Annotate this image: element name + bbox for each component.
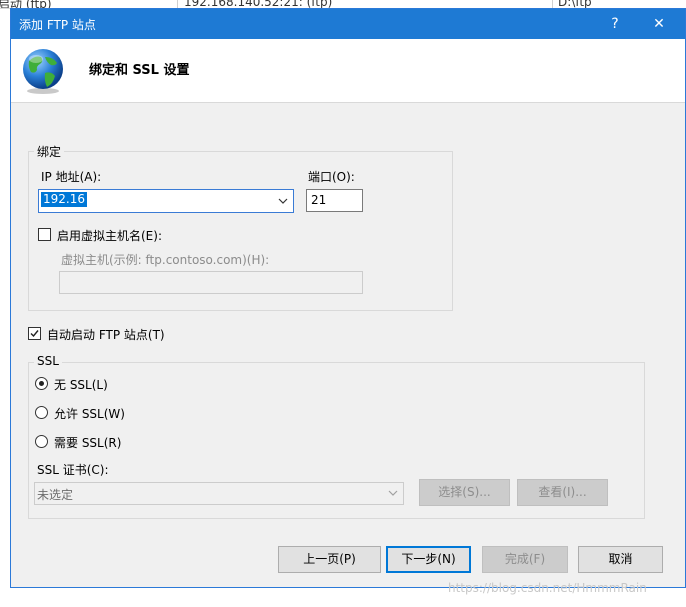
radio-no-ssl[interactable] — [35, 377, 48, 390]
chevron-down-icon[interactable] — [276, 190, 290, 212]
virtual-host-example-label: 虚拟主机(示例: ftp.contoso.com)(H): — [61, 253, 270, 267]
ssl-cert-label: SSL 证书(C): — [37, 463, 109, 477]
checkmark-icon — [30, 330, 39, 338]
port-input[interactable]: 21 — [306, 189, 363, 212]
radio-require-ssl[interactable] — [35, 435, 48, 448]
binding-legend: 绑定 — [34, 143, 65, 160]
previous-button[interactable]: 上一页(P) — [278, 546, 381, 573]
select-cert-button[interactable]: 选择(S)... — [419, 479, 510, 506]
radio-allow-ssl[interactable] — [35, 406, 48, 419]
background-window-left — [0, 9, 10, 607]
autostart-label: 自动启动 FTP 站点(T) — [47, 328, 165, 342]
ip-address-combo[interactable]: 192.16 — [38, 189, 294, 213]
virtual-host-checkbox[interactable] — [38, 228, 51, 241]
ssl-legend: SSL — [34, 354, 62, 368]
virtual-host-checkbox-label: 启用虚拟主机名(E): — [57, 229, 162, 243]
ssl-cert-combo[interactable]: 未选定 — [34, 482, 404, 505]
title-bar: 添加 FTP 站点 ? ✕ — [11, 9, 685, 39]
help-button[interactable]: ? — [597, 9, 633, 39]
close-button[interactable]: ✕ — [641, 9, 677, 39]
virtual-host-input[interactable] — [59, 271, 363, 294]
wizard-header: 绑定和 SSL 设置 — [11, 39, 685, 103]
radio-allow-ssl-label: 允许 SSL(W) — [54, 407, 125, 421]
port-label: 端口(O): — [308, 170, 355, 184]
view-cert-button[interactable]: 查看(I)... — [517, 479, 608, 506]
add-ftp-site-dialog: 添加 FTP 站点 ? ✕ 绑定和 SSL 设置 绑定 IP 地址(A): 19… — [10, 8, 686, 588]
ip-address-label: IP 地址(A): — [41, 170, 102, 184]
radio-require-ssl-label: 需要 SSL(R) — [54, 436, 122, 450]
watermark-text: https://blog.csdn.net/HmmmRain — [448, 581, 647, 595]
globe-icon — [23, 49, 63, 94]
radio-no-ssl-label: 无 SSL(L) — [54, 378, 108, 392]
next-button[interactable]: 下一步(N) — [386, 546, 471, 573]
cancel-button[interactable]: 取消 — [578, 546, 663, 573]
page-title: 绑定和 SSL 设置 — [89, 63, 190, 78]
ip-address-value: 192.16 — [41, 192, 87, 207]
finish-button[interactable]: 完成(F) — [482, 546, 568, 573]
autostart-checkbox[interactable] — [28, 327, 41, 340]
chevron-down-icon — [388, 490, 398, 496]
ssl-cert-value: 未选定 — [37, 488, 74, 502]
window-title: 添加 FTP 站点 — [19, 18, 96, 32]
